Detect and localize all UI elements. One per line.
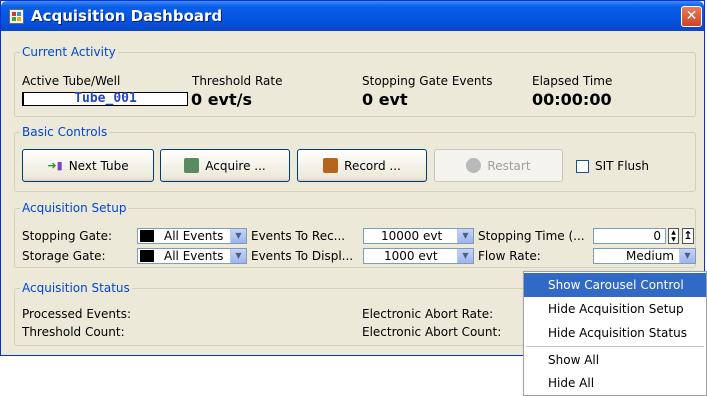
acquire-button[interactable]: Acquire ... — [160, 149, 290, 182]
chevron-down-icon: ▼ — [457, 229, 473, 243]
acquisition-status-legend: Acquisition Status — [20, 281, 132, 295]
restart-button[interactable]: Restart — [434, 149, 563, 182]
stopping-gate-value: All Events — [164, 229, 224, 243]
stopping-gate-events-label: Stopping Gate Events — [362, 74, 493, 88]
acquire-label: Acquire ... — [205, 158, 266, 173]
events-to-display-value: 1000 evt — [384, 249, 438, 263]
stopping-time-spinner[interactable]: ▲ ▼ — [668, 228, 679, 244]
stopping-time-value: 0 — [653, 229, 661, 243]
up-arrow-icon[interactable]: ↥ — [682, 228, 694, 244]
events-to-display-select[interactable]: 1000 evt ▼ — [363, 248, 474, 264]
restart-icon — [466, 158, 482, 173]
events-to-display-label: Events To Displ... — [251, 249, 354, 263]
chevron-down-icon: ▼ — [230, 249, 246, 263]
stopping-time-input[interactable]: 0 — [593, 228, 666, 244]
close-button[interactable]: ✕ — [681, 6, 702, 27]
next-tube-label: Next Tube — [68, 158, 129, 173]
storage-gate-value: All Events — [164, 249, 224, 263]
menu-item-hide-acquisition-status[interactable]: Hide Acquisition Status — [524, 321, 706, 345]
menu-item-show-all[interactable]: Show All — [524, 348, 706, 372]
threshold-rate-value: 0 evt/s — [191, 90, 252, 109]
menu-item-show-carousel-control[interactable]: Show Carousel Control — [524, 273, 706, 297]
active-tube-label: Active Tube/Well — [22, 74, 121, 88]
acquire-icon — [184, 158, 200, 173]
threshold-count-label: Threshold Count: — [22, 325, 125, 339]
threshold-rate-label: Threshold Rate — [192, 74, 283, 88]
app-icon — [9, 9, 24, 24]
flow-rate-select[interactable]: Medium ▼ — [593, 248, 696, 264]
elapsed-time-value: 00:00:00 — [532, 90, 612, 109]
electronic-abort-count-label: Electronic Abort Count: — [362, 325, 502, 339]
next-tube-icon: ➜▮ — [47, 159, 63, 172]
record-label: Record ... — [344, 158, 401, 173]
flow-rate-label: Flow Rate: — [478, 249, 541, 263]
events-to-record-value: 10000 evt — [381, 229, 443, 243]
storage-gate-label: Storage Gate: — [22, 249, 106, 263]
storage-gate-color-swatch — [140, 250, 154, 262]
current-activity-legend: Current Activity — [20, 45, 118, 59]
restart-label: Restart — [487, 158, 531, 173]
stopping-time-label: Stopping Time (... — [478, 229, 585, 243]
storage-gate-select[interactable]: All Events ▼ — [137, 248, 247, 264]
stopping-gate-label: Stopping Gate: — [22, 229, 113, 243]
chevron-down-icon: ▼ — [230, 229, 246, 243]
events-to-record-select[interactable]: 10000 evt ▼ — [363, 228, 474, 244]
stopping-gate-color-swatch — [140, 230, 154, 242]
context-menu: Show Carousel Control Hide Acquisition S… — [523, 271, 707, 396]
basic-controls-legend: Basic Controls — [20, 125, 110, 139]
title-bar[interactable]: Acquisition Dashboard ✕ — [1, 1, 704, 31]
menu-separator — [526, 346, 704, 347]
menu-item-hide-acquisition-setup[interactable]: Hide Acquisition Setup — [524, 297, 706, 321]
record-button[interactable]: Record ... — [297, 149, 427, 182]
processed-events-label: Processed Events: — [22, 307, 132, 321]
elapsed-time-label: Elapsed Time — [532, 74, 613, 88]
chevron-down-icon: ▼ — [679, 249, 695, 263]
electronic-abort-rate-label: Electronic Abort Rate: — [362, 307, 494, 321]
chevron-down-icon: ▼ — [457, 249, 473, 263]
sit-flush-checkbox[interactable] — [576, 160, 589, 173]
sit-flush-label: SIT Flush — [595, 159, 649, 173]
flow-rate-value: Medium — [626, 249, 674, 263]
stopping-gate-events-value: 0 evt — [362, 90, 408, 109]
next-tube-button[interactable]: ➜▮ Next Tube — [22, 149, 154, 182]
events-to-record-label: Events To Rec... — [251, 229, 346, 243]
stopping-gate-select[interactable]: All Events ▼ — [137, 228, 247, 244]
acquisition-setup-legend: Acquisition Setup — [20, 201, 129, 215]
record-icon — [323, 158, 339, 173]
menu-item-hide-all[interactable]: Hide All — [524, 371, 706, 395]
window-title: Acquisition Dashboard — [31, 7, 223, 25]
active-tube-value: Tube_001 — [22, 92, 188, 106]
